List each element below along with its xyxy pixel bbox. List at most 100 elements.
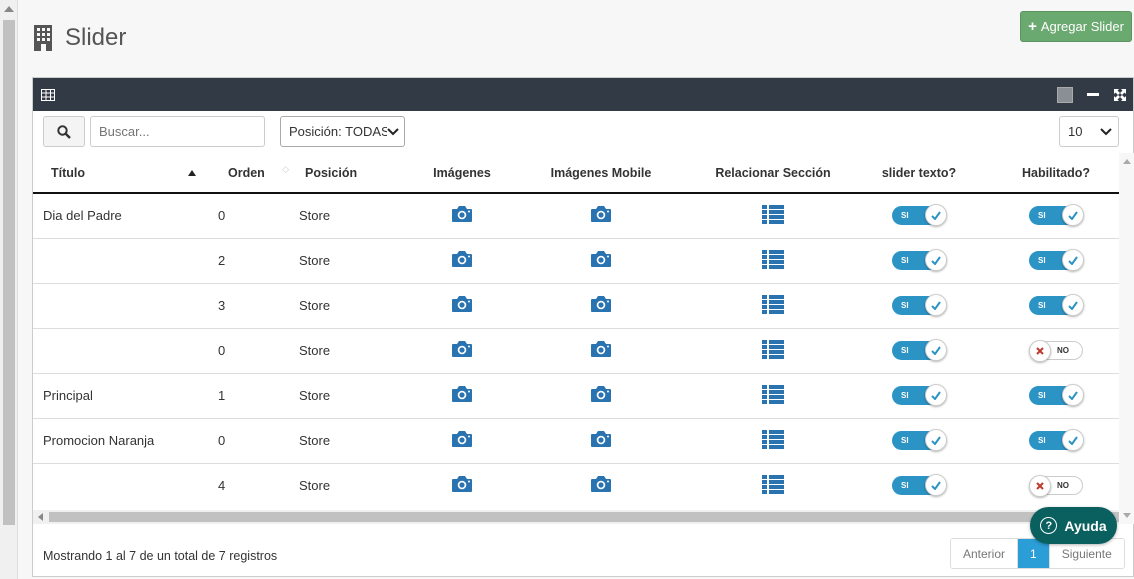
cell-relacionar-seccion[interactable] bbox=[676, 282, 870, 328]
position-filter-select[interactable]: Posición: TODAS bbox=[280, 116, 405, 147]
cell-imagenes-mobile[interactable] bbox=[526, 327, 676, 373]
slider-table: Título Orden ◇ Posición Imágenes Imágenes… bbox=[33, 153, 1119, 508]
camera-icon bbox=[591, 206, 611, 223]
cell-imagenes-mobile[interactable] bbox=[526, 462, 676, 508]
cell-habilitado: SI bbox=[998, 282, 1114, 328]
cell-slider-texto: SI bbox=[870, 282, 998, 328]
scroll-down-arrow[interactable] bbox=[1123, 513, 1131, 518]
slider-texto-toggle[interactable]: SI bbox=[892, 249, 947, 271]
col-orden[interactable]: Orden ◇ bbox=[206, 153, 297, 194]
cell-relacionar-seccion[interactable] bbox=[676, 417, 870, 463]
cell-imagenes[interactable] bbox=[398, 192, 526, 238]
cell-slider-texto: SI bbox=[870, 192, 998, 238]
search-button[interactable] bbox=[43, 116, 85, 147]
scroll-left-arrow[interactable] bbox=[38, 513, 43, 521]
page-length-value: 10 bbox=[1068, 124, 1083, 139]
col-slider-texto[interactable]: slider texto? bbox=[870, 153, 998, 194]
cell-habilitado: SI bbox=[998, 237, 1114, 283]
col-imagenes-mobile[interactable]: Imágenes Mobile bbox=[526, 153, 676, 194]
prev-page-button[interactable]: Anterior bbox=[951, 539, 1018, 568]
cell-imagenes-mobile[interactable] bbox=[526, 372, 676, 418]
table-vertical-scrollbar[interactable] bbox=[1119, 153, 1134, 524]
cell-imagenes-mobile[interactable] bbox=[526, 417, 676, 463]
cell-imagenes-mobile[interactable] bbox=[526, 237, 676, 283]
expand-icon[interactable] bbox=[1113, 88, 1127, 102]
col-titulo[interactable]: Título bbox=[33, 153, 206, 194]
slider-texto-toggle[interactable]: SI bbox=[892, 294, 947, 316]
habilitado-toggle[interactable]: SI bbox=[1029, 204, 1084, 227]
slider-texto-toggle[interactable]: SI bbox=[892, 429, 947, 451]
add-slider-button[interactable]: + Agregar Slider bbox=[1020, 11, 1132, 42]
table-row: Promocion Naranja 0 Store SI SI bbox=[33, 417, 1119, 463]
col-relacionar-seccion[interactable]: Relacionar Sección bbox=[676, 153, 870, 194]
toggle-label: SI bbox=[1038, 256, 1046, 265]
page: Slider + Agregar Slider Buscar... Posici… bbox=[0, 0, 1134, 579]
check-icon bbox=[1068, 255, 1078, 265]
habilitado-toggle[interactable]: NO bbox=[1029, 475, 1083, 498]
cell-habilitado: SI bbox=[998, 192, 1114, 238]
panel-header bbox=[33, 78, 1133, 111]
scroll-up-arrow[interactable] bbox=[4, 6, 14, 12]
camera-icon bbox=[452, 431, 472, 447]
cell-imagenes[interactable] bbox=[398, 327, 526, 373]
habilitado-toggle[interactable]: SI bbox=[1029, 384, 1084, 406]
toggle-label: NO bbox=[1057, 481, 1069, 491]
scroll-up-arrow[interactable] bbox=[1123, 159, 1131, 164]
cell-orden: 2 bbox=[206, 237, 297, 283]
habilitado-toggle[interactable]: SI bbox=[1029, 249, 1084, 271]
cell-posicion: Store bbox=[297, 192, 398, 238]
window-scrollbar[interactable] bbox=[0, 0, 18, 579]
col-imagenes[interactable]: Imágenes bbox=[398, 153, 526, 194]
slider-texto-toggle[interactable]: SI bbox=[892, 339, 947, 361]
help-button[interactable]: ? Ayuda bbox=[1030, 507, 1117, 544]
camera-icon bbox=[452, 476, 472, 493]
cell-imagenes-mobile[interactable] bbox=[526, 282, 676, 328]
slider-texto-toggle[interactable]: SI bbox=[892, 474, 947, 497]
table-header-row: Título Orden ◇ Posición Imágenes Imágenes… bbox=[33, 153, 1119, 194]
cell-orden: 1 bbox=[206, 372, 297, 418]
cell-slider-texto: SI bbox=[870, 462, 998, 508]
cell-relacionar-seccion[interactable] bbox=[676, 462, 870, 508]
cell-orden: 0 bbox=[206, 192, 297, 238]
minimize-icon[interactable] bbox=[1087, 93, 1099, 96]
cell-relacionar-seccion[interactable] bbox=[676, 372, 870, 418]
toggle-label: SI bbox=[901, 391, 909, 400]
cell-posicion: Store bbox=[297, 237, 398, 283]
slider-panel: Posición: TODAS 10 Título bbox=[32, 77, 1134, 577]
chevron-down-icon bbox=[1100, 128, 1112, 136]
page-length-select[interactable]: 10 bbox=[1059, 116, 1119, 147]
habilitado-toggle[interactable]: SI bbox=[1029, 294, 1084, 316]
check-icon bbox=[931, 211, 941, 220]
position-filter-value: Posición: TODAS bbox=[289, 124, 390, 139]
toggle-label: NO bbox=[1057, 346, 1069, 355]
scrollbar-thumb[interactable] bbox=[49, 512, 1119, 522]
cell-relacionar-seccion[interactable] bbox=[676, 237, 870, 283]
cell-imagenes[interactable] bbox=[398, 237, 526, 283]
cell-relacionar-seccion[interactable] bbox=[676, 192, 870, 238]
scrollbar-thumb[interactable] bbox=[3, 20, 15, 525]
col-habilitado[interactable]: Habilitado? bbox=[998, 153, 1114, 194]
cell-imagenes-mobile[interactable] bbox=[526, 192, 676, 238]
cell-slider-texto: SI bbox=[870, 327, 998, 373]
check-icon bbox=[931, 481, 941, 490]
cell-orden: 4 bbox=[206, 462, 297, 508]
habilitado-toggle[interactable]: NO bbox=[1029, 340, 1083, 362]
cell-imagenes[interactable] bbox=[398, 462, 526, 508]
habilitado-toggle[interactable]: SI bbox=[1029, 429, 1084, 451]
search-input[interactable] bbox=[90, 116, 265, 147]
plus-icon: + bbox=[1028, 18, 1037, 35]
check-icon bbox=[931, 255, 941, 265]
slider-texto-toggle[interactable]: SI bbox=[892, 204, 947, 227]
slider-texto-toggle[interactable]: SI bbox=[892, 384, 947, 406]
cell-imagenes[interactable] bbox=[398, 282, 526, 328]
cell-imagenes[interactable] bbox=[398, 417, 526, 463]
cell-habilitado: SI bbox=[998, 417, 1114, 463]
col-posicion[interactable]: Posición bbox=[297, 153, 398, 194]
list-icon bbox=[762, 249, 784, 269]
cell-imagenes[interactable] bbox=[398, 372, 526, 418]
table-horizontal-scrollbar[interactable] bbox=[33, 510, 1119, 524]
color-picker-button[interactable] bbox=[1057, 86, 1073, 103]
cell-titulo bbox=[33, 237, 206, 283]
cell-relacionar-seccion[interactable] bbox=[676, 327, 870, 373]
cell-orden: 0 bbox=[206, 417, 297, 463]
